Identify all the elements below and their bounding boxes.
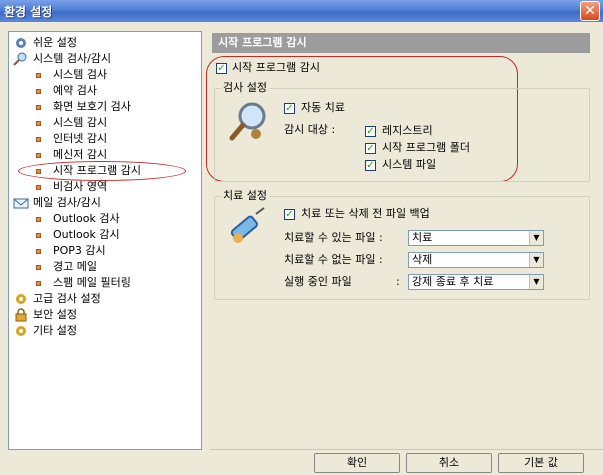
bullet-icon <box>36 153 41 158</box>
system-file-label: 시스템 파일 <box>382 158 437 171</box>
curable-file-select[interactable]: 치료 ▼ <box>408 230 544 246</box>
system-file-checkbox[interactable]: ✓ <box>365 160 376 171</box>
auto-treat-checkbox[interactable]: ✓ <box>284 103 295 114</box>
running-file-select[interactable]: 강제 종료 후 치료 ▼ <box>408 274 544 290</box>
bullet-icon <box>36 89 41 94</box>
bullet-icon <box>36 217 41 222</box>
bullet-icon <box>36 265 41 270</box>
syringe-icon <box>230 207 265 243</box>
chevron-down-icon[interactable]: ▼ <box>529 275 543 289</box>
bullet-icon <box>36 105 41 110</box>
button-divider <box>210 449 603 450</box>
startup-folder-checkbox[interactable]: ✓ <box>365 143 376 154</box>
treat-settings-title: 치료 설정 <box>221 189 269 203</box>
chevron-down-icon[interactable]: ▼ <box>529 253 543 267</box>
bullet-icon <box>36 185 41 190</box>
bullet-icon <box>36 121 41 126</box>
window-title: 환경 설정 <box>4 5 53 19</box>
cancel-button[interactable]: 취소 <box>406 453 492 473</box>
bullet-icon <box>36 281 41 286</box>
default-button[interactable]: 기본 값 <box>498 453 584 473</box>
backup-label: 치료 또는 삭제 전 파일 백업 <box>301 207 430 220</box>
gear-icon <box>16 326 26 336</box>
chevron-down-icon[interactable]: ▼ <box>529 231 543 245</box>
backup-checkbox[interactable]: ✓ <box>284 209 295 220</box>
settings-tree[interactable]: 쉬운 설정 시스템 검사/감시 시스템 검사 예약 검사 화면 보호기 검사 시… <box>8 31 202 450</box>
running-file-colon: : <box>396 275 400 288</box>
lock-icon <box>15 308 27 322</box>
gear-icon <box>16 294 26 304</box>
bullet-icon <box>36 249 41 254</box>
bullet-icon <box>36 233 41 238</box>
curable-file-label: 치료할 수 있는 파일 : <box>284 231 383 244</box>
startup-folder-label: 시작 프로그램 폴더 <box>382 141 470 154</box>
title-bar: 환경 설정 ✕ <box>0 0 603 22</box>
monitor-target-label: 감시 대상 : <box>284 123 336 136</box>
startup-monitor-checkbox[interactable]: ✓ <box>216 63 227 74</box>
incurable-file-select[interactable]: 삭제 ▼ <box>408 252 544 268</box>
mail-icon <box>13 198 29 209</box>
close-icon: ✕ <box>584 3 596 19</box>
bullet-icon <box>36 73 41 78</box>
highlight-ring <box>18 161 186 181</box>
scan-settings-title: 검사 설정 <box>221 81 269 95</box>
auto-treat-label: 자동 치료 <box>301 101 345 114</box>
running-file-label: 실행 중인 파일 <box>284 275 352 288</box>
magnifier-icon <box>13 52 27 66</box>
incurable-file-label: 치료할 수 없는 파일 : <box>284 253 383 266</box>
startup-monitor-label: 시작 프로그램 감시 <box>232 61 320 74</box>
panel-header: 시작 프로그램 감시 <box>212 33 590 53</box>
registry-label: 레지스트리 <box>382 124 433 137</box>
bullet-icon <box>36 137 41 142</box>
gear-icon <box>16 38 26 48</box>
close-button[interactable]: ✕ <box>580 1 600 21</box>
magnifier-icon <box>229 102 266 141</box>
registry-checkbox[interactable]: ✓ <box>365 126 376 137</box>
ok-button[interactable]: 확인 <box>314 453 400 473</box>
